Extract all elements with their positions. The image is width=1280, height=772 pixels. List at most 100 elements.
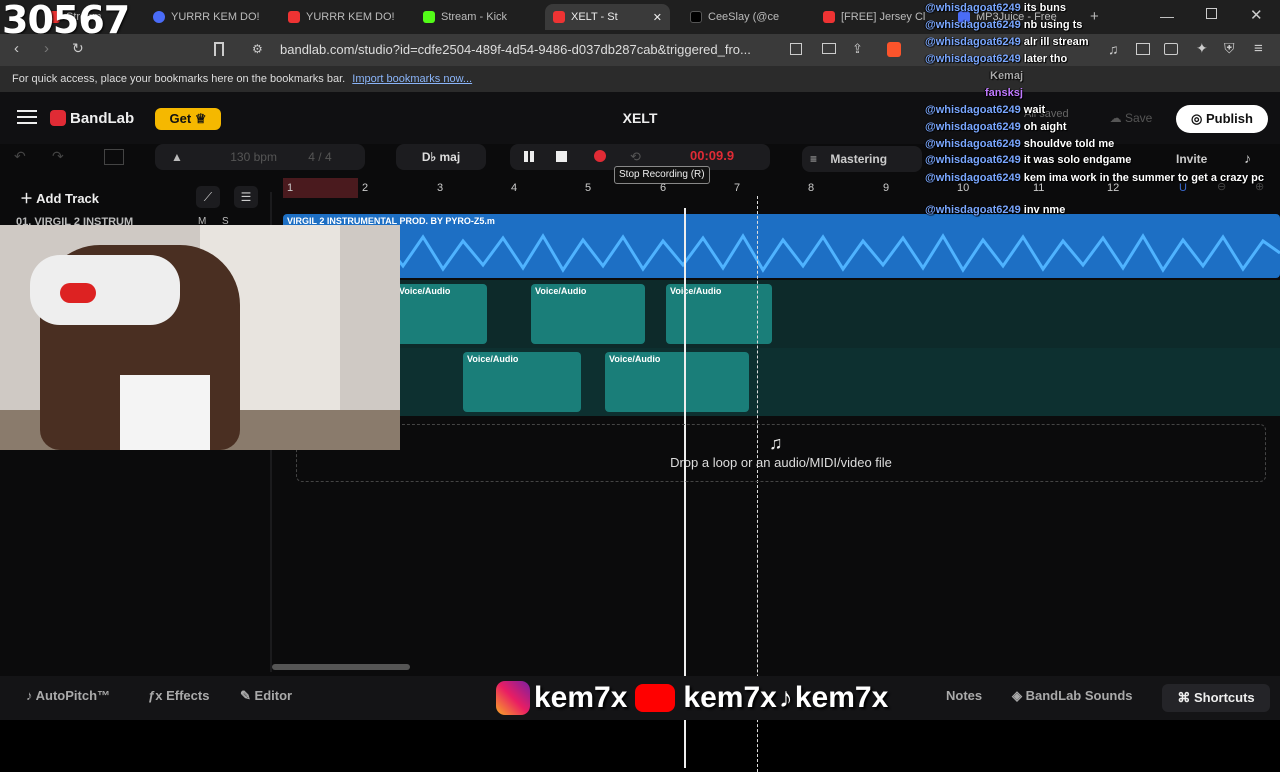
clip-label: Voice/Audio (535, 286, 587, 296)
stop-icon[interactable] (556, 151, 567, 162)
beat-lane: VIRGIL 2 INSTRUMENTAL PROD. BY PYRO-Z5.m (283, 212, 1280, 280)
timeline-tick: 2 (362, 182, 369, 194)
bandlab-sounds-button[interactable]: ◈ BandLab Sounds (1012, 688, 1133, 704)
hamburger-icon[interactable] (17, 110, 37, 124)
chat-user: @whisdagoat6249 (925, 2, 1021, 14)
browser-tab[interactable]: [FREE] Jersey Cl (815, 4, 930, 30)
chat-message: @whisdagoat6249 wait (925, 104, 1045, 116)
mastering-label: Mastering (830, 152, 888, 166)
close-window-icon[interactable]: ✕ (1250, 6, 1263, 24)
notes-label: Notes (946, 688, 983, 703)
editor-button[interactable]: ✎ Editor (240, 688, 292, 704)
effects-button[interactable]: ƒx Effects (148, 688, 209, 703)
voice-clip[interactable]: Voice/Audio (605, 352, 749, 412)
voice-clip[interactable]: Voice/Audio (463, 352, 581, 412)
undo-icon[interactable]: ↶ (14, 148, 26, 165)
add-track-label: Add Track (36, 191, 100, 206)
redo-icon[interactable]: ↷ (52, 148, 64, 165)
menu-icon[interactable]: ≡ (1254, 40, 1263, 57)
shortcuts-button[interactable]: ⌘ Shortcuts (1162, 684, 1270, 712)
browser-tab[interactable]: CeeSlay (@ce (682, 4, 807, 30)
new-tab-icon[interactable]: + (1090, 8, 1099, 25)
browser-tab-strip: Stream YURRR KEM DO! YURRR KEM DO! Strea… (0, 0, 1280, 34)
minimize-icon[interactable]: — (1160, 8, 1174, 24)
maximize-icon[interactable] (1206, 8, 1217, 19)
beat-clip[interactable]: VIRGIL 2 INSTRUMENTAL PROD. BY PYRO-Z5.m (283, 214, 1280, 278)
brave-shield-icon[interactable] (887, 42, 901, 57)
chat-text: inv nme (1023, 204, 1066, 216)
browser-tab-active[interactable]: XELT - St ✕ (545, 4, 670, 30)
shirt (120, 375, 210, 450)
crown-icon: ♕ (194, 111, 207, 126)
close-tab-icon[interactable]: ✕ (653, 11, 662, 24)
get-membership-button[interactable]: Get ♕ (155, 108, 221, 130)
chat-text: wait (1023, 104, 1046, 116)
timeline-tick: 7 (734, 182, 741, 194)
voice-lane-2: Voice/Audio Voice/Audio (283, 348, 1280, 416)
url-field[interactable]: bandlab.com/studio?id=cdfe2504-489f-4d54… (240, 38, 800, 62)
loop-icon[interactable]: ⟲ (630, 149, 641, 165)
voice-lane-1: Voice/Audio Voice/Audio Voice/Audio (283, 280, 1280, 348)
share-icon[interactable]: ⇪ (852, 41, 863, 57)
automation-icon[interactable]: ⟋ (196, 186, 220, 208)
reader-icon[interactable] (790, 43, 802, 55)
reload-icon[interactable]: ↻ (72, 40, 84, 57)
timeline-tick: 5 (585, 182, 592, 194)
add-track-button[interactable]: ＋ Add Track (20, 188, 99, 207)
chat-text: shouldve told me (1023, 138, 1115, 150)
chat-user: @whisdagoat6249 (925, 172, 1021, 184)
notes-button[interactable]: Notes (946, 688, 982, 703)
sounds-icon: ◈ (1012, 688, 1022, 703)
voice-clip[interactable]: Voice/Audio (395, 284, 487, 344)
sidebar-icon[interactable] (1136, 43, 1150, 55)
autopitch-button[interactable]: ♪ AutoPitch™ (26, 688, 110, 703)
sounds-label: BandLab Sounds (1025, 688, 1133, 703)
horizontal-scrollbar[interactable] (272, 664, 410, 670)
tab-favicon-icon (423, 11, 435, 23)
bpm-value[interactable]: 130 (230, 150, 250, 164)
timeline-tick: 3 (437, 182, 444, 194)
key-selector[interactable]: D♭ maj (396, 144, 486, 170)
chat-message: @whisdagoat6249 later tho (925, 53, 1067, 65)
publish-button[interactable]: ◎ Publish (1176, 105, 1268, 133)
voice-clip[interactable]: Voice/Audio (531, 284, 645, 344)
bandlab-logo-icon (50, 110, 66, 126)
import-bookmarks-link[interactable]: Import bookmarks now... (352, 73, 472, 85)
loop-region[interactable] (283, 178, 358, 198)
cast-icon[interactable] (822, 43, 836, 54)
forward-icon[interactable]: › (44, 40, 49, 57)
drop-zone[interactable]: ♫ Drop a loop or an audio/MIDI/video fil… (296, 424, 1266, 482)
mastering-button[interactable]: ≡ Mastering (802, 146, 922, 172)
browser-tab[interactable]: Stream - Kick (415, 4, 535, 30)
chat-text: later tho (1023, 53, 1068, 65)
invite-button[interactable]: Invite (1176, 152, 1207, 166)
time-signature[interactable]: 4 / 4 (308, 150, 331, 164)
vpn-icon[interactable]: ⛨ (1224, 40, 1235, 57)
browser-tab[interactable]: YURRR KEM DO! (145, 4, 270, 30)
chat-user: @whisdagoat6249 (925, 121, 1021, 133)
sparkle-icon[interactable]: ✦ (1196, 40, 1208, 57)
bookmark-icon[interactable] (214, 42, 224, 56)
chat-text: oh aight (1023, 121, 1067, 133)
project-title[interactable]: XELT (604, 110, 676, 126)
back-icon[interactable]: ‹ (14, 40, 19, 57)
autopitch-label: AutoPitch™ (35, 688, 111, 703)
wallet-icon[interactable] (1164, 43, 1178, 55)
browser-tab[interactable]: YURRR KEM DO! (280, 4, 405, 30)
metronome-icon[interactable]: ▲ (171, 150, 183, 164)
chat-message: @whisdagoat6249 alr ill stream (925, 36, 1089, 48)
save-button[interactable]: ☁ Save (1095, 105, 1167, 131)
notification-icon[interactable]: ♪ (1244, 150, 1251, 166)
clip-label: Voice/Audio (467, 354, 519, 364)
tiktok-handle: kem7x (794, 681, 889, 714)
music-icon[interactable]: ♫ (1108, 41, 1119, 57)
record-button[interactable] (594, 150, 606, 162)
mixer-icon[interactable]: ☰ (234, 186, 258, 208)
beat-waveform (283, 233, 1280, 273)
chat-text: alr ill stream (1023, 36, 1089, 48)
pause-icon[interactable] (524, 151, 528, 162)
site-info-icon[interactable]: ⚙ (252, 42, 263, 56)
clip-label: Voice/Audio (670, 286, 722, 296)
piano-icon[interactable] (104, 149, 124, 165)
chat-message: @whisdagoat6249 shouldve told me (925, 138, 1114, 150)
